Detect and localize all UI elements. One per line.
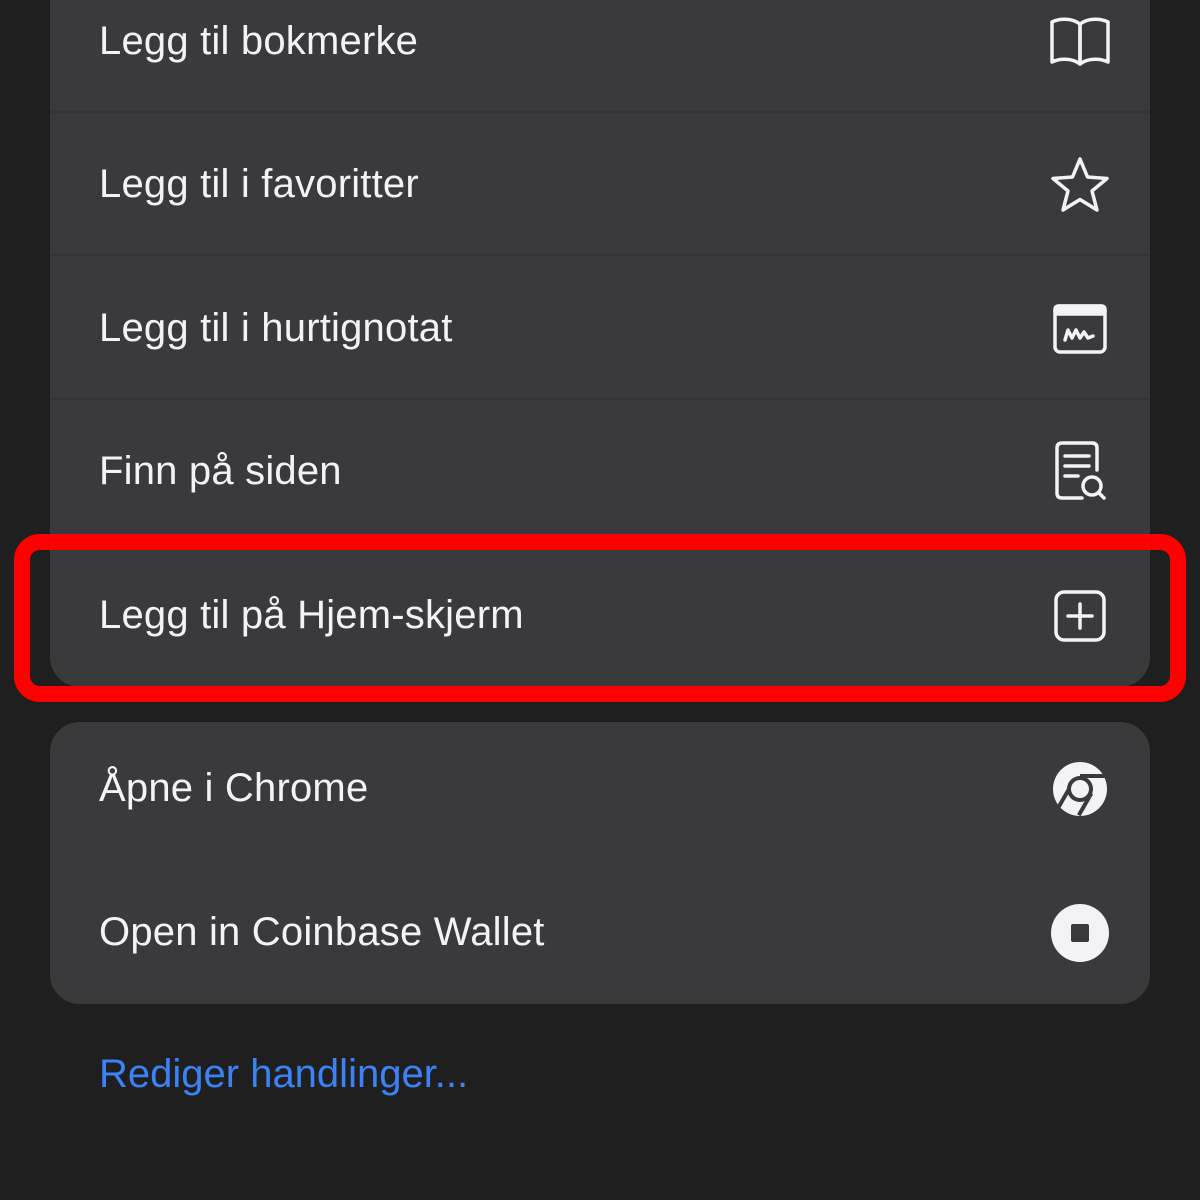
open-in-chrome-row[interactable]: Åpne i Chrome bbox=[50, 722, 1150, 860]
find-on-page-row[interactable]: Finn på siden bbox=[50, 400, 1150, 543]
highlight-frame bbox=[14, 534, 1186, 702]
add-quick-note-row[interactable]: Legg til i hurtignotat bbox=[50, 257, 1150, 400]
star-icon bbox=[1048, 153, 1112, 217]
extensions-group: Åpne i Chrome Open in Coinbase Wallet bbox=[50, 722, 1150, 1004]
quick-note-icon bbox=[1048, 297, 1112, 361]
open-in-coinbase-row[interactable]: Open in Coinbase Wallet bbox=[50, 861, 1150, 1004]
share-sheet-screen: Legg til bokmerke Legg til i favoritter … bbox=[0, 0, 1200, 1200]
add-favorites-label: Legg til i favoritter bbox=[99, 162, 419, 206]
add-quick-note-label: Legg til i hurtignotat bbox=[99, 306, 453, 350]
add-favorites-row[interactable]: Legg til i favoritter bbox=[50, 113, 1150, 256]
find-on-page-label: Finn på siden bbox=[99, 449, 342, 493]
find-on-page-icon bbox=[1048, 440, 1112, 504]
separator bbox=[50, 254, 1150, 256]
open-in-chrome-label: Åpne i Chrome bbox=[99, 766, 369, 810]
chrome-icon bbox=[1048, 757, 1112, 821]
coinbase-icon bbox=[1048, 901, 1112, 965]
edit-actions-link[interactable]: Rediger handlinger... bbox=[99, 1052, 468, 1097]
add-bookmark-row[interactable]: Legg til bokmerke bbox=[50, 0, 1150, 113]
book-icon bbox=[1048, 10, 1112, 74]
add-bookmark-label: Legg til bokmerke bbox=[99, 19, 419, 63]
open-in-coinbase-label: Open in Coinbase Wallet bbox=[99, 910, 545, 954]
